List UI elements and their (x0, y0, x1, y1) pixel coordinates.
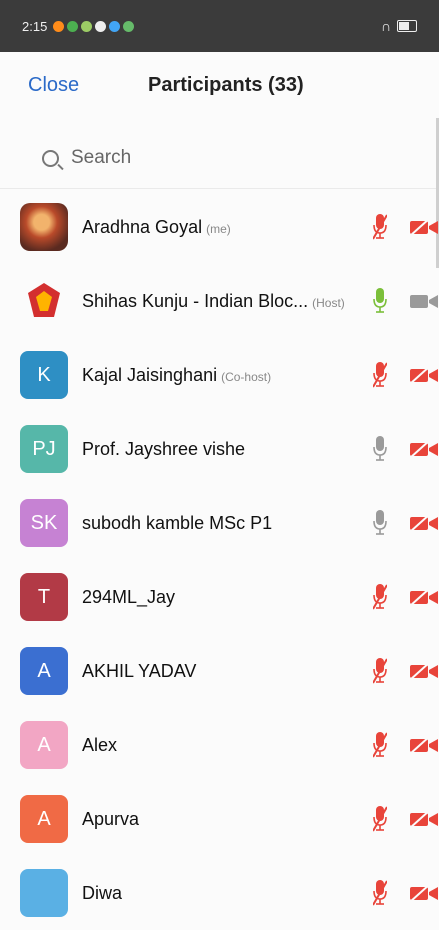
participants-list: Aradhna Goyal (me) Shihas Kunju - Indian B… (0, 190, 439, 930)
participant-name-block: 294ML_Jay (82, 587, 175, 608)
participant-name-block: Apurva (82, 809, 139, 830)
app-notification-icon (81, 20, 93, 32)
page-title: Participants (33) (148, 74, 304, 96)
participant-row[interactable]: SK subodh kamble MSc P1 (0, 486, 439, 560)
video-off-icon (408, 735, 439, 755)
microphone-icon (373, 436, 387, 462)
participant-row[interactable]: A AKHIL YADAV (0, 634, 439, 708)
participant-row[interactable]: A Alex (0, 708, 439, 782)
app-notification-icon (95, 20, 107, 32)
participant-row[interactable]: Aradhna Goyal (me) (0, 190, 439, 264)
participant-row[interactable]: A Apurva (0, 782, 439, 856)
microphone-icon (373, 510, 387, 536)
microphone-icon (373, 288, 387, 314)
participant-name: 294ML_Jay (82, 586, 176, 607)
status-right: ∩ (381, 18, 417, 34)
headphones-icon: ∩ (380, 18, 391, 34)
participant-role-tag: (Co-host) (221, 369, 272, 384)
app-notification-icon (67, 20, 79, 32)
video-icon (408, 291, 439, 311)
search-icon (42, 149, 59, 167)
avatar (20, 203, 68, 251)
search-placeholder: Search (71, 147, 132, 168)
video-off-icon (408, 661, 439, 681)
app-notification-icon (109, 20, 121, 32)
avatar (20, 869, 68, 917)
avatar: A (20, 647, 68, 695)
participant-name-block: Shihas Kunju - Indian Bloc... (Host) (82, 291, 345, 312)
participant-row[interactable]: Diwa (0, 856, 439, 930)
status-left: 2:15 (22, 18, 135, 34)
video-off-icon (408, 809, 439, 829)
participant-row[interactable]: PJ Prof. Jayshree vishe (0, 412, 439, 486)
battery-icon (397, 20, 417, 32)
participant-name-block: Diwa (82, 883, 122, 904)
search-input[interactable]: Search (42, 145, 131, 171)
mic-muted-icon (372, 658, 388, 684)
video-off-icon (408, 513, 439, 533)
close-button[interactable]: Close (28, 74, 79, 97)
participant-name-block: Alex (82, 735, 117, 756)
avatar: PJ (20, 425, 68, 473)
participant-name-block: Prof. Jayshree vishe (82, 439, 245, 460)
notification-icons (53, 20, 135, 32)
avatar: A (20, 721, 68, 769)
avatar (20, 277, 68, 325)
video-off-icon (408, 587, 439, 607)
participant-name: subodh kamble MSc P1 (82, 512, 273, 533)
participant-name-block: AKHIL YADAV (82, 661, 196, 682)
mic-muted-icon (372, 806, 388, 832)
participant-role-tag: (me) (206, 221, 231, 236)
avatar: A (20, 795, 68, 843)
participant-name: AKHIL YADAV (82, 660, 197, 681)
participant-name: Prof. Jayshree vishe (82, 438, 246, 459)
participants-header: Close Participants (33) (0, 52, 439, 124)
mic-muted-icon (372, 362, 388, 388)
participant-name: Kajal Jaisinghani (82, 364, 218, 385)
video-off-icon (408, 365, 439, 385)
participant-name: Shihas Kunju - Indian Bloc... (82, 290, 309, 311)
participant-name-block: Kajal Jaisinghani (Co-host) (82, 365, 271, 386)
mic-muted-icon (372, 214, 388, 240)
participant-name: Apurva (82, 808, 140, 829)
participant-name: Aradhna Goyal (82, 216, 203, 237)
mic-muted-icon (372, 584, 388, 610)
avatar: T (20, 573, 68, 621)
video-off-icon (408, 439, 439, 459)
mic-muted-icon (372, 732, 388, 758)
participant-role-tag: (Host) (312, 295, 345, 310)
video-off-icon (408, 217, 439, 237)
participant-row[interactable]: T 294ML_Jay (0, 560, 439, 634)
mic-muted-icon (372, 880, 388, 906)
divider (0, 188, 439, 189)
participant-name-block: Aradhna Goyal (me) (82, 217, 231, 238)
avatar: K (20, 351, 68, 399)
participant-name: Alex (82, 734, 118, 755)
status-bar: 2:15 ∩ (0, 0, 439, 52)
video-off-icon (408, 883, 439, 903)
participant-row[interactable]: Shihas Kunju - Indian Bloc... (Host) (0, 264, 439, 338)
participant-row[interactable]: K Kajal Jaisinghani (Co-host) (0, 338, 439, 412)
participant-name-block: subodh kamble MSc P1 (82, 513, 272, 534)
app-notification-icon (53, 20, 65, 32)
avatar: SK (20, 499, 68, 547)
app-notification-icon (123, 20, 135, 32)
status-time: 2:15 (22, 18, 48, 34)
